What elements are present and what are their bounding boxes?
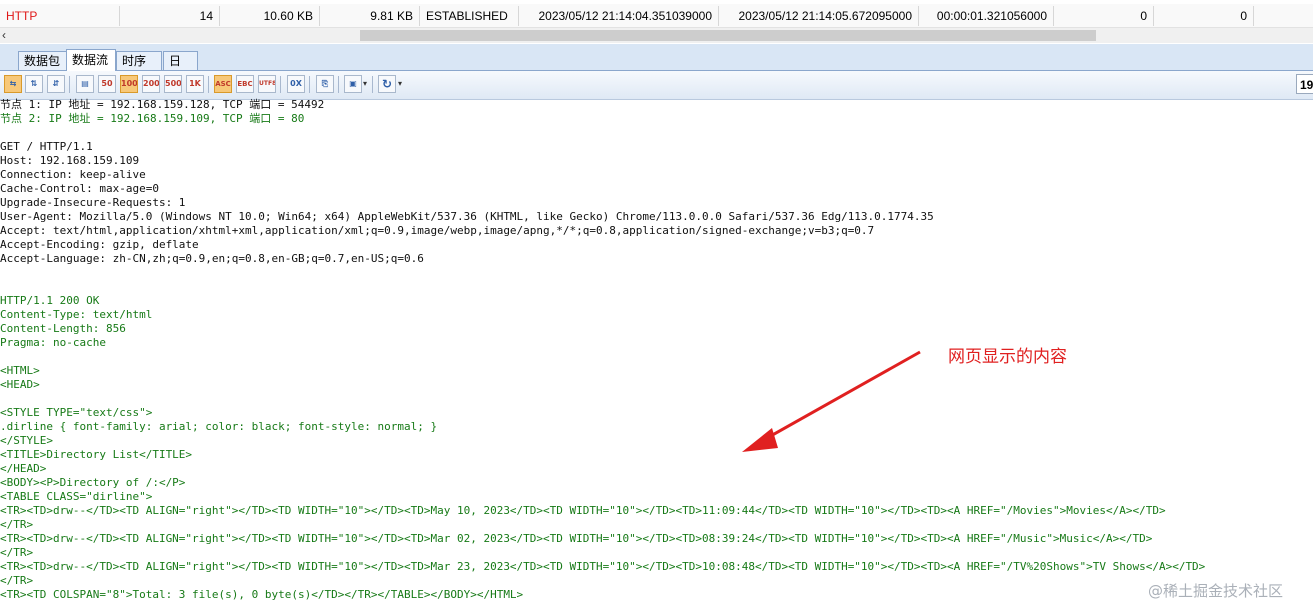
watermark: @稀土掘金技术社区: [1148, 582, 1284, 600]
annotation-label: 网页显示的内容: [948, 347, 1067, 367]
annotation-arrow: [742, 350, 921, 452]
